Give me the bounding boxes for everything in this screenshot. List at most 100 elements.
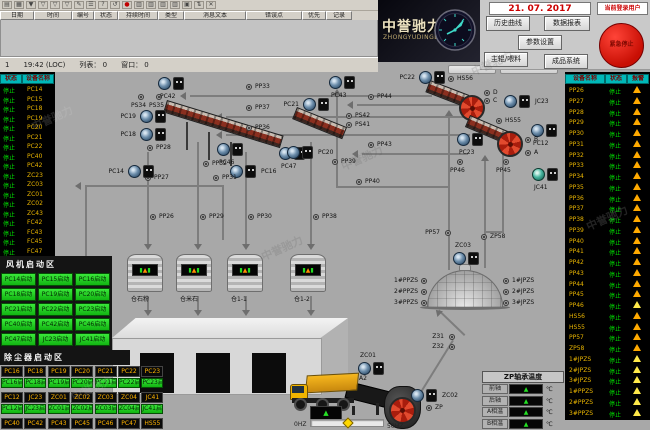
right-row-device[interactable]: PP57 — [569, 334, 584, 341]
help-icon[interactable]: ? — [98, 1, 108, 9]
fan-start-button[interactable]: PC19启动 — [38, 288, 73, 301]
left-row-device[interactable]: FC43 — [27, 229, 42, 236]
filter3-icon[interactable]: ▽ — [62, 1, 72, 9]
right-row-device[interactable]: 3#JPZS — [569, 377, 591, 384]
grid3-icon[interactable]: ▥ — [158, 1, 168, 9]
right-row-device[interactable]: PP43 — [569, 270, 584, 277]
right-row-device[interactable]: PP29 — [569, 119, 584, 126]
left-row-device[interactable]: FC42 — [27, 219, 42, 226]
right-row-device[interactable]: PP39 — [569, 227, 584, 234]
dust-start-button[interactable]: ZC02启动 — [71, 404, 93, 414]
left-row-device[interactable]: PC42 — [27, 162, 42, 169]
edit-icon[interactable]: ✎ — [74, 1, 84, 9]
right-row-device[interactable]: PP34 — [569, 173, 584, 180]
sort-icon[interactable]: ⇅ — [194, 1, 204, 9]
alarm-column-10[interactable]: 记录 — [326, 11, 352, 20]
right-row-device[interactable]: PP31 — [569, 141, 584, 148]
fan-start-button[interactable]: PC16启动 — [75, 273, 110, 286]
emergency-stop-button[interactable]: 紧急停止 — [599, 23, 644, 68]
left-row-device[interactable]: ZC03 — [27, 181, 43, 188]
right-row-device[interactable]: PP38 — [569, 216, 584, 223]
dust-start-button[interactable]: JC41启动 — [141, 404, 163, 414]
left-row-device[interactable]: PC18 — [27, 105, 42, 112]
fan-start-button[interactable]: PC42启动 — [38, 318, 73, 331]
left-row-device[interactable]: PC40 — [27, 153, 42, 160]
alarm-column-1[interactable]: 日期 — [0, 11, 34, 20]
fan-start-button[interactable]: PC22启动 — [38, 303, 73, 316]
fan-start-button[interactable]: PC14启动 — [1, 273, 36, 286]
dust-start-button[interactable]: PC21启动 — [95, 378, 117, 388]
alarm-column-3[interactable]: 编号 — [72, 11, 94, 20]
fan-start-button[interactable]: PC18启动 — [1, 288, 36, 301]
left-row-device[interactable]: ZC01 — [27, 191, 43, 198]
alarm-column-6[interactable]: 类型 — [158, 11, 184, 20]
dust-start-button[interactable]: ZC03启动 — [95, 404, 117, 414]
dust-start-button[interactable]: PC18启动 — [24, 378, 46, 388]
dust-start-button[interactable]: PC23启动 — [141, 378, 163, 388]
right-row-device[interactable]: PP35 — [569, 184, 584, 191]
nav-button-4[interactable]: 主辊/喂料 — [484, 52, 528, 67]
grid1-icon[interactable]: ▥ — [134, 1, 144, 9]
left-row-device[interactable]: FC47 — [27, 248, 42, 255]
list-icon[interactable]: ☰ — [86, 1, 96, 9]
right-row-device[interactable]: PP32 — [569, 152, 584, 159]
left-row-device[interactable]: ZC02 — [27, 200, 43, 207]
right-row-device[interactable]: PP40 — [569, 238, 584, 245]
dust-start-button[interactable]: PC12启动 — [1, 404, 23, 414]
filter2-icon[interactable]: ▽ — [50, 1, 60, 9]
alarm-column-5[interactable]: 持续时间 — [118, 11, 158, 20]
left-row-device[interactable]: PC19 — [27, 115, 42, 122]
dust-start-button[interactable]: PC16启动 — [1, 378, 23, 388]
fan-start-button[interactable]: JC23启动 — [38, 333, 73, 346]
alarm-column-7[interactable]: 消息文本 — [184, 11, 246, 20]
alarm-dot-icon[interactable]: ● — [122, 1, 132, 9]
alarm-message-list[interactable] — [0, 20, 378, 57]
nav-button-2[interactable]: 数据报表 — [544, 16, 590, 31]
alarm-column-4[interactable]: 状态 — [94, 11, 118, 20]
right-row-device[interactable]: PP27 — [569, 98, 584, 105]
fan-start-button[interactable]: PC15启动 — [38, 273, 73, 286]
right-row-device[interactable]: PP44 — [569, 281, 584, 288]
alarm-column-2[interactable]: 时间 — [34, 11, 72, 20]
fan-start-button[interactable]: PC46启动 — [75, 318, 110, 331]
grid2-icon[interactable]: ▥ — [146, 1, 156, 9]
save-icon[interactable]: ▼ — [26, 1, 36, 9]
right-row-device[interactable]: 1#JPZS — [569, 356, 591, 363]
filter-icon[interactable]: ▽ — [38, 1, 48, 9]
right-row-device[interactable]: 2#JPZS — [569, 367, 591, 374]
right-row-device[interactable]: HS56 — [569, 313, 585, 320]
dust-start-button[interactable]: PC19启动 — [48, 378, 70, 388]
dust-start-button[interactable]: PC22启动 — [118, 378, 140, 388]
nav-button-3[interactable]: 参数设置 — [518, 35, 562, 50]
view-icon[interactable]: ▤ — [2, 1, 12, 9]
grid4-icon[interactable]: ▥ — [170, 1, 180, 9]
print-icon[interactable]: ▦ — [14, 1, 24, 9]
nav-button-5[interactable]: 成品系统 — [544, 54, 588, 69]
alarm-column-9[interactable]: 优先 — [302, 11, 326, 20]
nav-button-1[interactable]: 历史曲线 — [486, 16, 530, 31]
right-row-device[interactable]: PP36 — [569, 195, 584, 202]
left-row-device[interactable]: FC45 — [27, 238, 42, 245]
right-row-device[interactable]: PP30 — [569, 130, 584, 137]
left-row-device[interactable]: PC20 — [27, 124, 42, 131]
fan-start-button[interactable]: PC40启动 — [1, 318, 36, 331]
right-row-device[interactable]: PP37 — [569, 205, 584, 212]
right-row-device[interactable]: 2#PPZS — [569, 399, 593, 406]
close-icon[interactable]: ✕ — [206, 1, 216, 9]
left-row-device[interactable]: PC21 — [27, 134, 42, 141]
dust-start-button[interactable]: ZC04启动 — [118, 404, 140, 414]
right-row-device[interactable]: PP46 — [569, 302, 584, 309]
refresh-icon[interactable]: ↺ — [110, 1, 120, 9]
right-row-device[interactable]: ZP58 — [569, 345, 584, 352]
fan-start-button[interactable]: PC21启动 — [1, 303, 36, 316]
alarm-column-8[interactable]: 错误点 — [246, 11, 302, 20]
right-row-device[interactable]: 3#PPZS — [569, 410, 593, 417]
right-row-device[interactable]: PP42 — [569, 259, 584, 266]
right-row-device[interactable]: PP41 — [569, 248, 584, 255]
left-row-device[interactable]: ZC23 — [27, 172, 43, 179]
right-row-device[interactable]: PP33 — [569, 162, 584, 169]
dust-start-button[interactable]: JC23启动 — [24, 404, 46, 414]
left-row-device[interactable]: PC15 — [27, 96, 42, 103]
left-row-device[interactable]: PC22 — [27, 143, 42, 150]
dust-start-button[interactable]: ZC01启动 — [48, 404, 70, 414]
